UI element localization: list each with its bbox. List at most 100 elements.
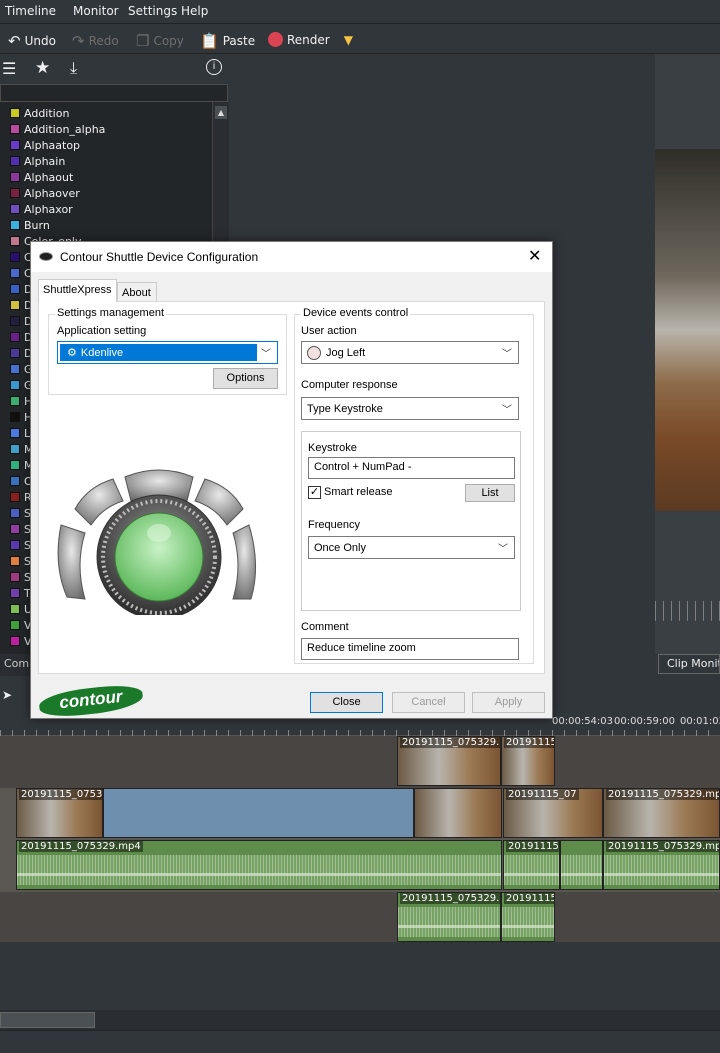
effects-header: ☰ ★ ⤓ i [0,54,230,84]
effect-color-icon [10,348,20,358]
copy-button[interactable]: ❐ Copy [136,32,184,50]
compositions-tab[interactable]: Comp [0,654,36,676]
menu-settings[interactable]: Settings [128,4,177,18]
timeline-track: 20191115_075329.mp4 20191115_07 20191115… [0,840,720,892]
audio-waveform-line [502,925,554,928]
effect-list-item[interactable]: Alphaxor [0,201,212,217]
device-events-group: Device events control User action Jog Le… [294,307,534,664]
smart-release-label: Smart release [324,486,393,498]
audio-clip[interactable] [560,840,603,890]
computer-response-label: Computer response [301,379,398,391]
effect-color-icon [10,492,20,502]
keystroke-field[interactable]: Control + NumPad - [308,457,515,479]
audio-waveform [604,855,719,885]
video-clip[interactable] [414,788,502,838]
effect-label: Alphaxor [24,202,73,216]
effect-label: Burn [24,218,50,232]
apply-button[interactable]: Apply [472,692,545,713]
effect-color-icon [10,300,20,310]
application-setting-select[interactable]: ⚙ Kdenlive ﹀ [57,341,278,364]
effect-color-icon [10,380,20,390]
paste-button[interactable]: 📋 Paste [200,32,255,50]
copy-icon: ❐ [136,32,150,50]
shuttle-config-dialog: Contour Shuttle Device Configuration ✕ S… [30,241,553,720]
list-button[interactable]: List [465,484,515,502]
effect-color-icon [10,508,20,518]
effect-color-icon [10,172,20,182]
video-clip[interactable]: 20191115_075329.mp4 [397,736,501,786]
effect-color-icon [10,588,20,598]
effect-color-icon [10,412,20,422]
computer-response-select[interactable]: Type Keystroke ﹀ [301,397,519,420]
menu-timeline[interactable]: Timeline [5,4,56,18]
scroll-up-icon[interactable]: ▲ [215,106,227,119]
pointer-tool-icon[interactable]: ➤ [2,688,12,702]
frequency-select[interactable]: Once Only ﹀ [308,536,515,559]
menu-help[interactable]: Help [181,4,208,18]
comment-field[interactable]: Reduce timeline zoom [301,638,519,660]
info-icon[interactable]: i [206,59,222,75]
download-icon[interactable]: ⤓ [70,58,77,78]
chevron-down-icon: ﹀ [261,349,271,360]
cancel-button[interactable]: Cancel [392,692,465,713]
star-icon[interactable]: ★ [35,58,50,78]
user-action-value: Jog Left [326,346,366,359]
render-dropdown-icon[interactable]: ▼ [344,33,353,47]
smart-release-checkbox[interactable]: ✓ [308,486,321,499]
effect-list-item[interactable]: Alphain [0,153,212,169]
dialog-close-icon[interactable]: ✕ [528,246,541,266]
effect-list-item[interactable]: Burn [0,217,212,233]
effect-list-item[interactable]: Addition_alpha [0,121,212,137]
options-button[interactable]: Options [213,368,278,389]
effect-color-icon [10,220,20,230]
effect-list-item[interactable]: Alphaout [0,169,212,185]
audio-clip[interactable]: 20191115_075329.mp4 [603,840,720,890]
effect-list-item[interactable]: Addition [0,105,212,121]
effect-color-icon [10,540,20,550]
settings-management-group: Settings management Application setting … [48,307,287,395]
audio-waveform [504,855,559,885]
computer-response-value: Type Keystroke [307,402,383,415]
menu-bar: Timeline Monitor Settings Help [0,0,720,24]
video-clip[interactable]: 20191115_075329.mp4 [603,788,720,838]
list-icon[interactable]: ☰ [2,59,16,78]
menu-monitor[interactable]: Monitor [73,4,119,18]
audio-waveform [502,907,554,937]
render-button[interactable]: Render ▼ [268,32,353,47]
effect-color-icon [10,332,20,342]
audio-clip[interactable]: 20191115_07 [503,840,560,890]
dialog-titlebar: Contour Shuttle Device Configuration ✕ [31,242,552,272]
video-clip[interactable]: 20191115_0 [501,736,555,786]
tab-shuttlexpress[interactable]: ShuttleXpress [38,279,117,302]
redo-icon: ↷ [72,32,85,50]
timecode-label: 00:01:03 [680,716,720,727]
monitor-ruler[interactable] [655,601,720,621]
jog-icon [307,345,321,360]
timeline-scrollbar[interactable] [0,1010,720,1030]
status-bar [0,1030,720,1053]
undo-button[interactable]: ↶ Undo [8,32,56,50]
audio-clip[interactable]: 20191115_0 [501,892,555,942]
redo-button[interactable]: ↷ Redo [72,32,119,50]
effect-label: Addition_alpha [24,122,106,136]
audio-waveform [398,907,500,937]
effect-color-icon [10,444,20,454]
audio-waveform [561,855,602,885]
user-action-select[interactable]: Jog Left ﹀ [301,341,519,364]
video-clip-placeholder[interactable] [103,788,414,838]
comment-label: Comment [301,621,349,633]
effect-color-icon [10,252,20,262]
clip-monitor-tab[interactable]: Clip Monitor [658,654,720,674]
effect-list-item[interactable]: Alphaover [0,185,212,201]
scrollbar-thumb[interactable] [0,1012,95,1028]
effect-color-icon [10,396,20,406]
effect-color-icon [10,476,20,486]
video-clip[interactable]: 20191115_075329.mp4 [16,788,103,838]
effect-list-item[interactable]: Alphaatop [0,137,212,153]
audio-clip[interactable]: 20191115_075329.mp4 [16,840,502,890]
audio-clip[interactable]: 20191115_075329.mp4 [397,892,501,942]
effect-color-icon [10,124,20,134]
effects-search-input[interactable] [0,84,228,102]
video-clip[interactable]: 20191115_07 [503,788,603,838]
close-button[interactable]: Close [310,692,383,713]
